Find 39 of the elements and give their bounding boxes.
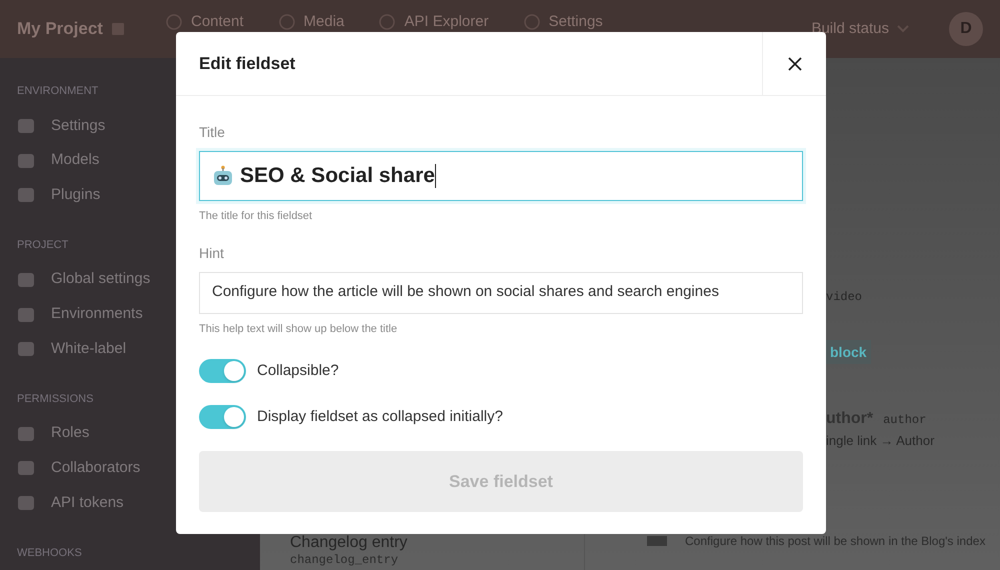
chevron-down-icon — [897, 25, 909, 33]
help-text: The title for this fieldset — [199, 209, 314, 224]
menu-item-icon — [17, 306, 35, 324]
nav-tab[interactable]: API Explorer — [378, 11, 489, 34]
nav-icon — [378, 13, 396, 32]
nav-tab[interactable]: Settings — [522, 11, 603, 34]
menu-item-icon — [17, 424, 35, 443]
menu-item-icon — [17, 186, 35, 204]
robot-icon — [212, 165, 234, 187]
section-heading: PROJECT — [17, 238, 68, 253]
section-heading: PERMISSIONS — [17, 392, 94, 407]
menu-item-icon — [17, 459, 35, 478]
menu-item-icon — [17, 270, 35, 289]
field-label: Hint — [199, 244, 225, 262]
nav-icon — [278, 13, 296, 32]
nav-icon — [164, 13, 183, 32]
text-cursor — [434, 164, 436, 188]
section-heading: WEBHOOKS — [17, 546, 82, 561]
nav-tab[interactable]: Content — [164, 11, 244, 34]
toggle-label: Display fieldset as collapsed initially? — [257, 406, 503, 427]
dialog-title: Edit fieldset — [199, 52, 296, 75]
nav-tab[interactable]: Media — [278, 11, 344, 34]
section-heading: ENVIRONMENT — [17, 84, 98, 99]
nav-icon — [522, 13, 541, 32]
close-icon — [786, 56, 802, 72]
toggle-switch[interactable] — [199, 405, 246, 429]
title-input[interactable]: SEO & Social share — [199, 151, 803, 201]
menu-item-icon — [17, 340, 35, 358]
help-text: This help text will show up below the title — [199, 322, 398, 336]
block-badge: block — [826, 340, 871, 364]
menu-item-icon — [17, 152, 35, 170]
field-label: Title — [199, 123, 226, 142]
model-title: Changelog entry — [290, 534, 408, 552]
menu-item-icon — [17, 116, 35, 135]
hint-input[interactable]: Configure how the article will be shown on social shares and search engines — [199, 272, 803, 314]
menu-item-icon — [17, 494, 35, 512]
toggle-label: Collapsible? — [257, 360, 339, 381]
project-name[interactable]: My Project — [17, 16, 103, 42]
toggle-switch[interactable] — [199, 359, 246, 383]
